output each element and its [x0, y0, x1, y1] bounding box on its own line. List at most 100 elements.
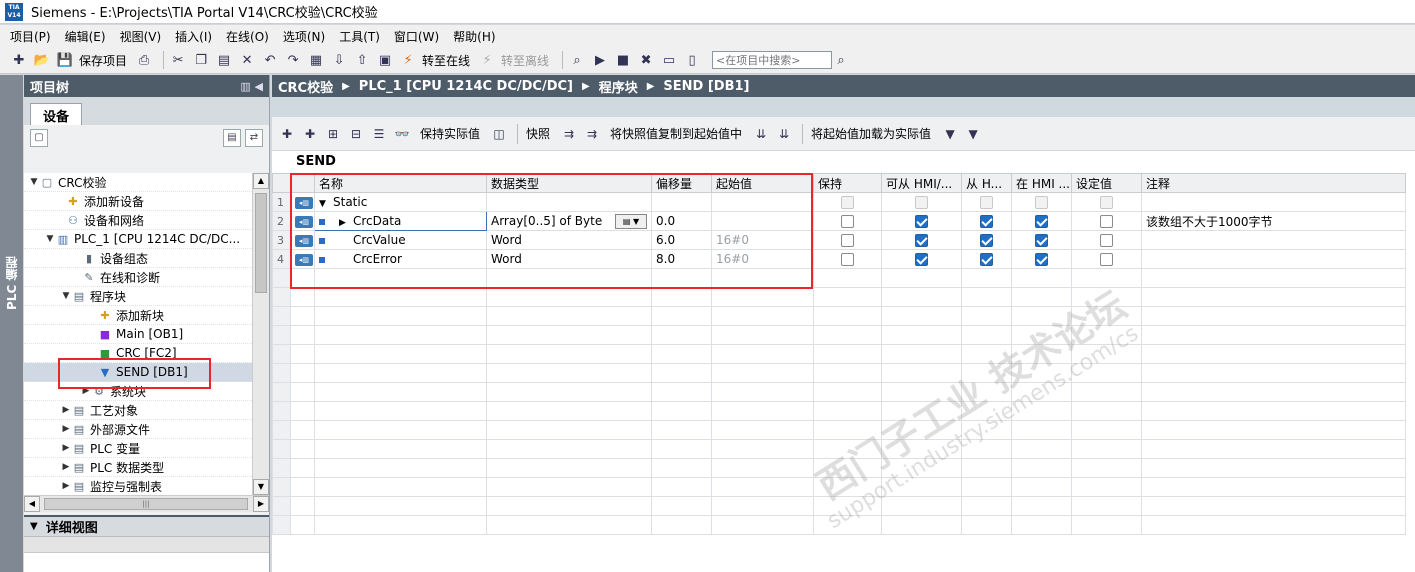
- start-value-cell[interactable]: 16#0: [711, 230, 814, 250]
- overview-icon[interactable]: ▤: [223, 129, 241, 147]
- retain-cell[interactable]: [813, 192, 882, 212]
- tree-item[interactable]: ▮ 设备组态: [24, 249, 252, 268]
- copy-snapshot-all-icon[interactable]: ⇉: [583, 125, 601, 143]
- hmi-access-cell[interactable]: [881, 230, 962, 250]
- setpoint-checkbox[interactable]: [1100, 253, 1113, 266]
- tree-item[interactable]: ▼ ▥ PLC_1 [CPU 1214C DC/DC...: [24, 230, 252, 249]
- name-cell[interactable]: ▶ CrcData: [314, 211, 487, 231]
- chevron-right-icon[interactable]: ▶: [60, 443, 72, 453]
- chevron-right-icon[interactable]: ▶: [60, 424, 72, 434]
- tree-item[interactable]: ■ CRC [FC2]: [24, 344, 252, 363]
- menu-view[interactable]: 视图(V): [120, 28, 162, 45]
- expand-all-icon[interactable]: ⊞: [324, 125, 342, 143]
- retain-cell[interactable]: [813, 230, 882, 250]
- go-offline-icon[interactable]: ⚡: [478, 51, 496, 69]
- hmi-access-cell[interactable]: [881, 192, 962, 212]
- hmi-access-cell[interactable]: [881, 211, 962, 231]
- scroll-down-icon[interactable]: ▼: [253, 479, 269, 495]
- column-header-setpoint[interactable]: 设定值: [1071, 173, 1142, 193]
- snapshot-icon[interactable]: ◫: [490, 125, 508, 143]
- scroll-left-icon[interactable]: ◀: [24, 496, 40, 512]
- retain-checkbox[interactable]: [841, 215, 854, 228]
- setpoint-cell[interactable]: [1071, 249, 1142, 269]
- sync-icon[interactable]: ⇄: [245, 129, 263, 147]
- column-header-hmi-access[interactable]: 可从 HMI/...: [881, 173, 962, 193]
- go-offline-button[interactable]: 转至离线: [501, 52, 549, 69]
- download-icon[interactable]: ⇩: [330, 51, 348, 69]
- retain-cell[interactable]: [813, 211, 882, 231]
- datatype-cell[interactable]: Word: [486, 230, 652, 250]
- datatype-cell[interactable]: [486, 192, 652, 212]
- column-header-comment[interactable]: 注释: [1141, 173, 1406, 193]
- start-value-cell[interactable]: [711, 192, 814, 212]
- comment-cell[interactable]: [1141, 192, 1406, 212]
- go-online-icon[interactable]: ⚡: [399, 51, 417, 69]
- comment-cell[interactable]: [1141, 249, 1406, 269]
- setpoint-checkbox[interactable]: [1100, 215, 1113, 228]
- upload-icon[interactable]: ⇧: [353, 51, 371, 69]
- name-cell[interactable]: CrcError: [314, 249, 487, 269]
- menu-tools[interactable]: 工具(T): [339, 28, 380, 45]
- copy-snapshot-icon[interactable]: ⇉: [560, 125, 578, 143]
- go-online-button[interactable]: 转至在线: [422, 52, 470, 69]
- split-vertical-icon[interactable]: ▯: [683, 51, 701, 69]
- project-search-input[interactable]: [712, 51, 833, 69]
- tree-vertical-scrollbar[interactable]: ▲ ▼: [252, 173, 269, 495]
- menu-window[interactable]: 窗口(W): [394, 28, 439, 45]
- menu-insert[interactable]: 插入(I): [175, 28, 212, 45]
- breadcrumb-item[interactable]: CRC校验: [278, 77, 333, 96]
- start-cpu-icon[interactable]: ▶: [591, 51, 609, 69]
- column-header-datatype[interactable]: 数据类型: [486, 173, 652, 193]
- hmi-visible-cell[interactable]: [961, 211, 1012, 231]
- setpoint-cell[interactable]: [1071, 230, 1142, 250]
- keep-actual-values-button[interactable]: 保持实际值: [420, 125, 480, 142]
- hmi-access-checkbox[interactable]: [915, 253, 928, 266]
- hmi-visible-cell[interactable]: [961, 230, 1012, 250]
- chevron-right-icon[interactable]: ▶: [339, 218, 353, 228]
- chevron-right-icon[interactable]: ▶: [80, 386, 92, 396]
- load-start-as-actual-button[interactable]: 将起始值加载为实际值: [811, 125, 931, 142]
- split-horizontal-icon[interactable]: ▭: [660, 51, 678, 69]
- hmi-access-checkbox[interactable]: [915, 215, 928, 228]
- paste-icon[interactable]: ▤: [215, 51, 233, 69]
- tree-item[interactable]: ▼ SEND [DB1]: [24, 363, 252, 382]
- search-go-icon[interactable]: ⌕: [832, 51, 850, 69]
- start-value-cell[interactable]: 16#0: [711, 249, 814, 269]
- tree-item[interactable]: ▶ ▤ 外部源文件: [24, 420, 252, 439]
- table-row[interactable]: 1 ◂▥ ▼ Static: [272, 192, 1406, 212]
- table-row[interactable]: 2 ◂▥ ▶ CrcData Array[0..5] of Byte ▤ ▼ 0.0 该数组不…: [272, 211, 1406, 231]
- hmi-setting-checkbox[interactable]: [1035, 253, 1048, 266]
- tree-item[interactable]: ✚ 添加新块: [24, 306, 252, 325]
- scroll-thumb[interactable]: [255, 193, 267, 293]
- chevron-down-icon[interactable]: ▼: [319, 199, 333, 209]
- add-row-icon[interactable]: ✚: [301, 125, 319, 143]
- accessible-devices-icon[interactable]: ⌕: [568, 51, 586, 69]
- name-cell[interactable]: ▼ Static: [314, 192, 487, 212]
- retain-checkbox[interactable]: [841, 234, 854, 247]
- setpoint-cell[interactable]: [1071, 192, 1142, 212]
- column-header-hmi-visible[interactable]: 从 H...: [961, 173, 1012, 193]
- print-icon[interactable]: ⎙: [135, 51, 153, 69]
- copy-icon[interactable]: ❐: [192, 51, 210, 69]
- column-header-retain[interactable]: 保持: [813, 173, 882, 193]
- table-row[interactable]: 4 ◂▥ CrcError Word 8.0 16#0: [272, 249, 1406, 269]
- datatype-dropdown-icon[interactable]: ▤ ▼: [615, 214, 647, 229]
- simulation-icon[interactable]: ▣: [376, 51, 394, 69]
- breadcrumb-item[interactable]: PLC_1 [CPU 1214C DC/DC/DC]: [359, 79, 573, 94]
- datatype-cell[interactable]: Array[0..5] of Byte ▤ ▼: [486, 211, 652, 231]
- chevron-down-icon[interactable]: ▼: [30, 521, 38, 532]
- datatype-cell[interactable]: Word: [486, 249, 652, 269]
- tree-item[interactable]: ▶ ▤ 工艺对象: [24, 401, 252, 420]
- comment-cell[interactable]: [1141, 230, 1406, 250]
- load-icon[interactable]: ▼: [941, 125, 959, 143]
- redo-icon[interactable]: ↷: [284, 51, 302, 69]
- column-header-offset[interactable]: 偏移量: [651, 173, 712, 193]
- monitor-icon[interactable]: 👓: [393, 125, 411, 143]
- load-start-all-icon[interactable]: ⇊: [775, 125, 793, 143]
- undo-icon[interactable]: ↶: [261, 51, 279, 69]
- hmi-visible-checkbox[interactable]: [980, 234, 993, 247]
- save-icon[interactable]: 💾: [56, 51, 74, 69]
- hmi-setting-cell[interactable]: [1011, 192, 1072, 212]
- start-value-cell[interactable]: [711, 211, 814, 231]
- tree-horizontal-scrollbar[interactable]: ◀ ||| ▶: [24, 495, 269, 512]
